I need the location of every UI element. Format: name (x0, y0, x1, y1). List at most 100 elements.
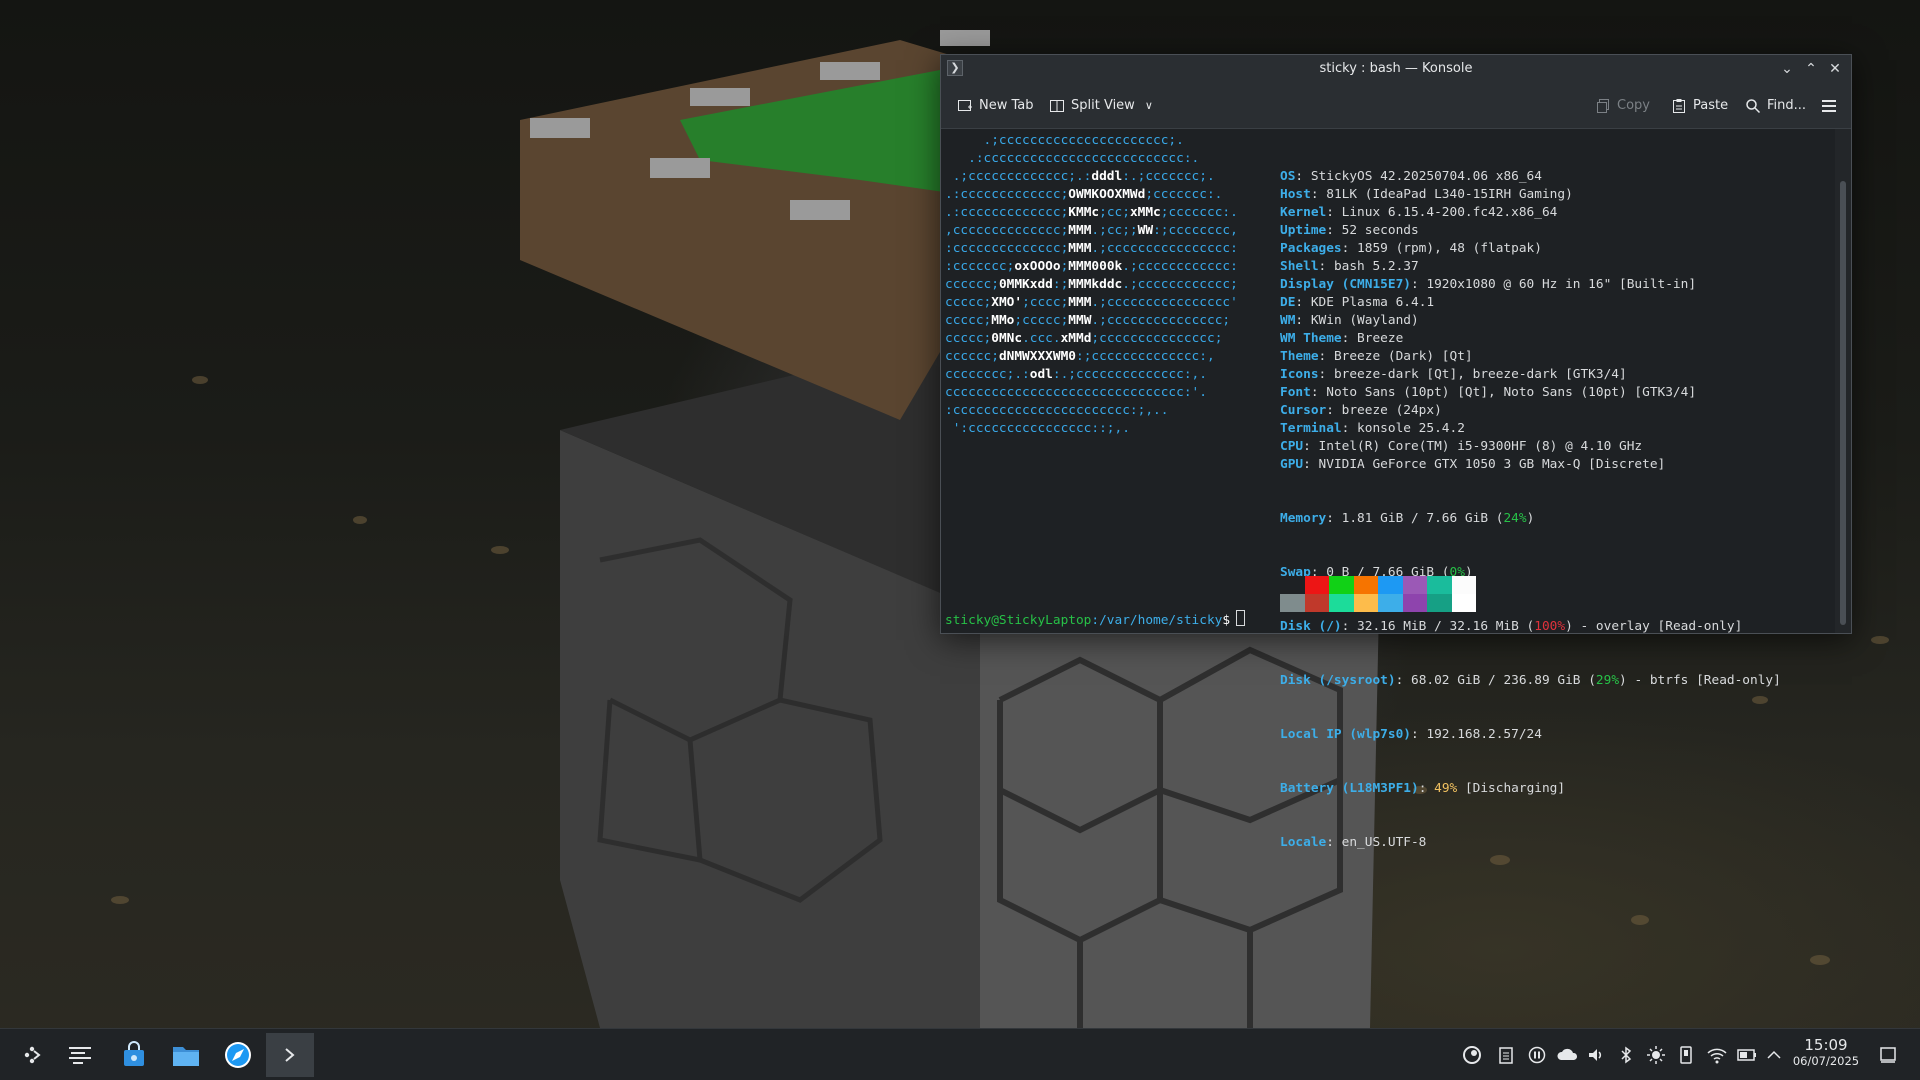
info-row: Shell: bash 5.2.37 (1280, 258, 1781, 276)
media-pause-icon[interactable] (1527, 1045, 1547, 1065)
paste-button[interactable]: Paste (1671, 95, 1728, 117)
info-key: Cursor (1280, 403, 1327, 418)
info-locale: Locale: en_US.UTF-8 (1280, 835, 1427, 850)
palette-swatch (1451, 576, 1476, 594)
battery-icon[interactable] (1736, 1045, 1756, 1065)
info-row: Display (CMN15E7): 1920x1080 @ 60 Hz in … (1280, 276, 1781, 294)
close-icon[interactable]: ✕ (1825, 59, 1845, 79)
clipboard-icon[interactable] (1496, 1045, 1516, 1065)
info-value: : 52 seconds (1326, 223, 1419, 238)
logo-line: ccccccccccccccccccccccccccccccc:'. (945, 385, 1207, 400)
logo-line: ,cccccccccccccc;MMM.;cc;;WW:;cccccccc, (945, 223, 1238, 238)
info-value: : Noto Sans (10pt) [Qt], Noto Sans (10pt… (1310, 385, 1697, 400)
info-battery: Battery (L18M3PF1): 49% [Discharging] (1280, 781, 1566, 796)
info-value: : bash 5.2.37 (1318, 259, 1419, 274)
logo-line: cccccc;dNMWXXXWM0:;cccccccccccccc:, (945, 349, 1215, 364)
info-value: : 1920x1080 @ 60 Hz in 16" [Built-in] (1410, 277, 1697, 292)
info-row: Host: 81LK (IdeaPad L340-15IRH Gaming) (1280, 186, 1781, 204)
info-key: Theme (1280, 349, 1319, 364)
info-value: : Linux 6.15.4-200.fc42.x86_64 (1326, 205, 1558, 220)
wifi-icon[interactable] (1706, 1045, 1727, 1065)
title-bar[interactable]: ❯ sticky : bash — Konsole ⌄ ⌃ ✕ (941, 55, 1851, 83)
palette-swatch (1378, 594, 1403, 612)
shell-prompt[interactable]: sticky@StickyLaptop:/var/home/sticky$ (945, 610, 1246, 630)
chevron-down-icon[interactable]: ∨ (1145, 95, 1153, 117)
info-row: Font: Noto Sans (10pt) [Qt], Noto Sans (… (1280, 384, 1781, 402)
info-value: : KWin (Wayland) (1295, 313, 1419, 328)
info-row: Theme: Breeze (Dark) [Qt] (1280, 348, 1781, 366)
clock[interactable]: 15:09 06/07/2025 (1786, 1036, 1866, 1068)
find-label: Find... (1767, 98, 1807, 113)
ascii-logo: .;cccccccccccccccccccccc;. .:ccccccccccc… (945, 132, 1238, 438)
info-rows: OS: StickyOS 42.20250704.06 x86_64 Host: … (1280, 168, 1781, 474)
storage-device-icon[interactable] (1676, 1045, 1696, 1065)
info-row: Cursor: breeze (24px) (1280, 402, 1781, 420)
cloud-icon[interactable] (1556, 1045, 1578, 1065)
prompt-symbol: $ (1222, 613, 1231, 628)
info-key: CPU (1280, 439, 1304, 454)
info-row: Packages: 1859 (rpm), 48 (flatpak) (1280, 240, 1781, 258)
info-key: Uptime (1280, 223, 1327, 238)
palette-swatch (1304, 576, 1329, 594)
logo-line: :ccccccccccccccccccccccc:;,.. (945, 403, 1169, 418)
steam-icon[interactable] (1462, 1045, 1482, 1065)
taskbar: 15:09 06/07/2025 (0, 1028, 1920, 1080)
pager-icon[interactable] (62, 1037, 98, 1073)
clock-date: 06/07/2025 (1792, 1054, 1860, 1068)
logo-line: cccccccc;.:odl:.;cccccccccccccc:,. (945, 367, 1207, 382)
info-value: : konsole 25.4.2 (1341, 421, 1465, 436)
info-value: : Breeze (1341, 331, 1404, 346)
palette-swatch (1427, 594, 1452, 612)
info-local-ip: Local IP (wlp7s0): 192.168.2.57/24 (1280, 727, 1542, 742)
minimize-icon[interactable]: ⌄ (1777, 59, 1797, 79)
terminal-area[interactable]: .;cccccccccccccccccccccc;. .:ccccccccccc… (941, 129, 1835, 850)
split-view-icon (1049, 98, 1065, 114)
info-key: Shell (1280, 259, 1319, 274)
maximize-icon[interactable]: ⌃ (1801, 59, 1821, 79)
info-key: Packages (1280, 241, 1342, 256)
tray-expand-icon[interactable] (1764, 1045, 1784, 1065)
volume-icon[interactable] (1586, 1045, 1606, 1065)
split-view-label: Split View (1071, 98, 1135, 113)
new-tab-button[interactable]: New Tab (957, 95, 1034, 117)
scroll-thumb[interactable] (1840, 181, 1846, 625)
palette-swatch (1378, 576, 1403, 594)
konsole-window[interactable]: ❯ sticky : bash — Konsole ⌄ ⌃ ✕ New Tab … (940, 54, 1852, 850)
info-row: Terminal: konsole 25.4.2 (1280, 420, 1781, 438)
info-row: Kernel: Linux 6.15.4-200.fc42.x86_64 (1280, 204, 1781, 222)
split-view-button[interactable]: Split View ∨ (1049, 95, 1153, 117)
info-key: Kernel (1280, 205, 1327, 220)
palette-swatch (1402, 594, 1427, 612)
bluetooth-icon[interactable] (1616, 1045, 1636, 1065)
scrollbar[interactable] (1835, 129, 1851, 633)
info-value: : breeze-dark [Qt], breeze-dark [GTK3/4] (1318, 367, 1627, 382)
info-row: DE: KDE Plasma 6.4.1 (1280, 294, 1781, 312)
file-manager-icon[interactable] (168, 1037, 204, 1073)
info-key: Host (1280, 187, 1311, 202)
info-row: WM Theme: Breeze (1280, 330, 1781, 348)
logo-line: .:ccccccccccccc;OWMKOOXMWd;ccccccc:. (945, 187, 1223, 202)
logo-line: .:ccccccccccccc;KMMc;cc;xMMc;ccccccc:. (945, 205, 1238, 220)
brightness-icon[interactable] (1646, 1045, 1666, 1065)
logo-line: .;cccccccccccccccccccccc;. (945, 133, 1184, 148)
copy-button[interactable]: Copy (1595, 95, 1650, 117)
paste-icon (1671, 98, 1687, 114)
info-row: Uptime: 52 seconds (1280, 222, 1781, 240)
konsole-task-icon[interactable] (266, 1033, 314, 1077)
app-launcher-icon[interactable] (14, 1037, 50, 1073)
info-value: : Breeze (Dark) [Qt] (1318, 349, 1473, 364)
find-button[interactable]: Find... (1745, 95, 1806, 117)
info-disk-root: Disk (/): 32.16 MiB / 32.16 MiB (100%) -… (1280, 619, 1743, 634)
logo-line: cccccc;0MMKxdd:;MMMkddc.;cccccccccccc; (945, 277, 1238, 292)
info-key: WM Theme (1280, 331, 1342, 346)
show-desktop-icon[interactable] (1878, 1045, 1898, 1065)
browser-icon[interactable] (220, 1037, 256, 1073)
toolbar: New Tab Split View ∨ Copy Paste Find... (941, 83, 1851, 129)
palette-swatch (1451, 594, 1476, 612)
palette-swatch (1329, 576, 1354, 594)
hamburger-menu-icon[interactable] (1821, 95, 1837, 117)
prompt-path: :/var/home/sticky (1091, 613, 1223, 628)
palette-swatch (1280, 594, 1305, 612)
palette-swatch (1329, 594, 1354, 612)
discover-store-icon[interactable] (116, 1037, 152, 1073)
